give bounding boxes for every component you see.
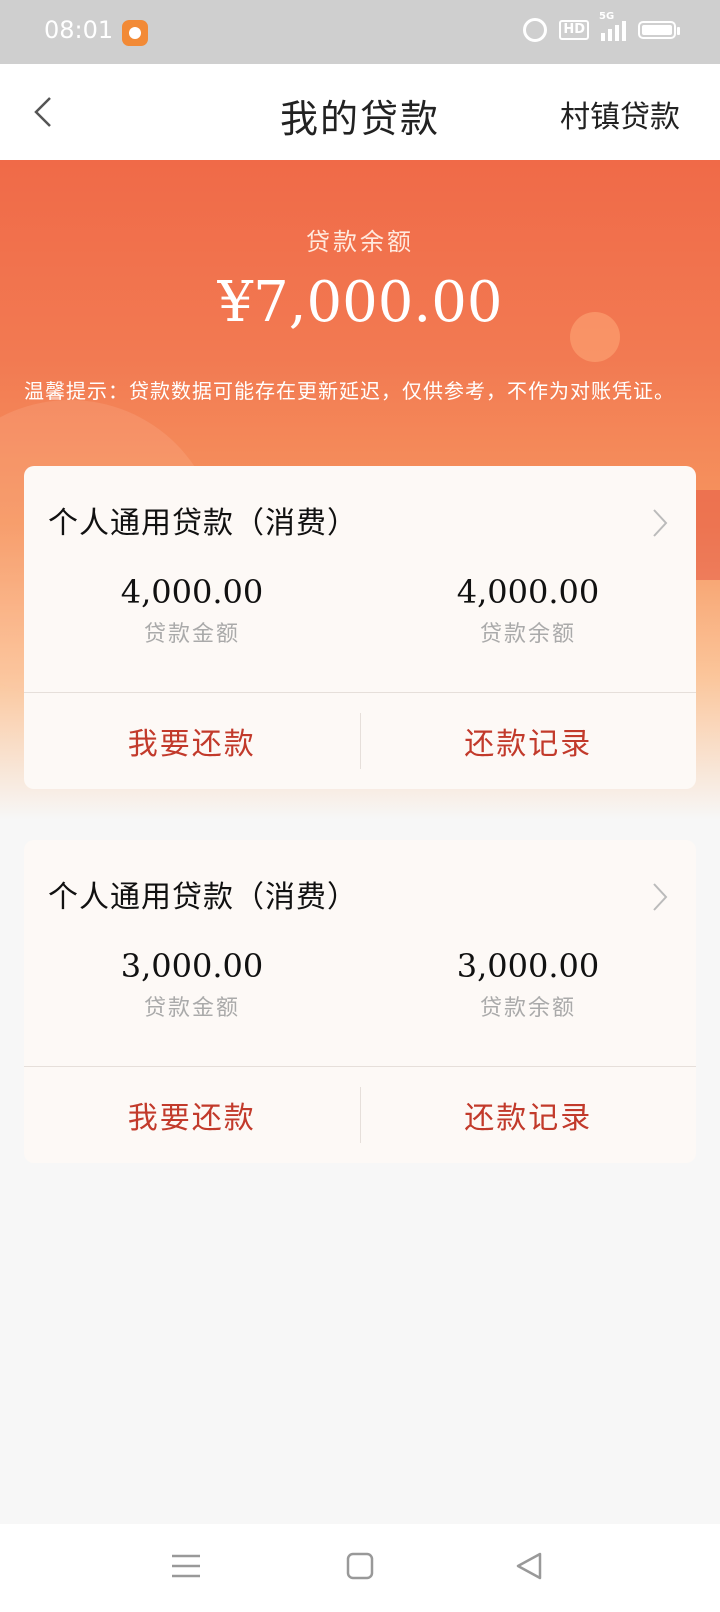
system-nav-bar [0, 1524, 720, 1612]
loan-amounts: 3,000.00 贷款金额 3,000.00 贷款余额 [24, 948, 696, 1054]
chevron-right-icon [653, 883, 668, 911]
loan-title: 个人通用贷款（消费） [48, 880, 358, 915]
loan-title: 个人通用贷款（消费） [48, 506, 358, 541]
loan-amount: 4,000.00 贷款金额 [24, 574, 360, 680]
loan-balance-value: 4,000.00 [456, 573, 600, 611]
loan-balance-label: 贷款余额 [479, 622, 576, 647]
chevron-right-icon [653, 509, 668, 537]
app-notification-icon [122, 20, 148, 46]
loan-amount: 3,000.00 贷款金额 [24, 948, 360, 1054]
loan-balance: 3,000.00 贷款余额 [360, 948, 696, 1054]
status-bar: 08:01 HD 5G [0, 0, 720, 64]
loan-amount-label: 贷款金额 [143, 622, 240, 647]
battery-icon [638, 21, 680, 39]
notice-text: 温馨提示：贷款数据可能存在更新延迟，仅供参考，不作为对账凭证。 [24, 379, 675, 403]
loan-card: 个人通用贷款（消费） 4,000.00 贷款金额 4,000.00 贷款余额 我… [24, 466, 696, 789]
loan-amount-value: 4,000.00 [120, 573, 264, 611]
network-type: 5G [599, 11, 615, 22]
loan-actions: 我要还款 还款记录 [24, 1067, 696, 1163]
repayment-records-button[interactable]: 还款记录 [361, 1093, 697, 1137]
status-icons: HD 5G [523, 11, 680, 42]
home-square-icon[interactable] [340, 1546, 380, 1586]
balance-label: 贷款余额 [306, 228, 414, 256]
loan-card: 个人通用贷款（消费） 3,000.00 贷款金额 3,000.00 贷款余额 我… [24, 840, 696, 1163]
loan-card-header[interactable]: 个人通用贷款（消费） [24, 840, 696, 948]
loan-amount-label: 贷款金额 [143, 996, 240, 1021]
repay-button[interactable]: 我要还款 [24, 1093, 360, 1137]
back-triangle-icon[interactable] [510, 1546, 550, 1586]
loan-card-header[interactable]: 个人通用贷款（消费） [24, 466, 696, 574]
alarm-icon [523, 18, 548, 42]
nav-bar: 我的贷款 村镇贷款 [0, 64, 720, 160]
signal-icon: 5G [599, 11, 626, 41]
status-time: 08:01 [44, 16, 114, 44]
loan-balance-label: 贷款余额 [479, 996, 576, 1021]
menu-icon[interactable] [166, 1546, 206, 1586]
loan-amounts: 4,000.00 贷款金额 4,000.00 贷款余额 [24, 574, 696, 680]
loan-balance-value: 3,000.00 [456, 947, 600, 985]
village-loan-link[interactable]: 村镇贷款 [560, 92, 680, 136]
repay-button[interactable]: 我要还款 [24, 719, 360, 763]
repayment-records-button[interactable]: 还款记录 [361, 719, 697, 763]
loan-actions: 我要还款 还款记录 [24, 693, 696, 789]
hd-badge: HD [559, 20, 589, 40]
loan-amount-value: 3,000.00 [120, 947, 264, 985]
loan-balance: 4,000.00 贷款余额 [360, 574, 696, 680]
balance-amount: ¥7,000.00 [217, 270, 503, 335]
